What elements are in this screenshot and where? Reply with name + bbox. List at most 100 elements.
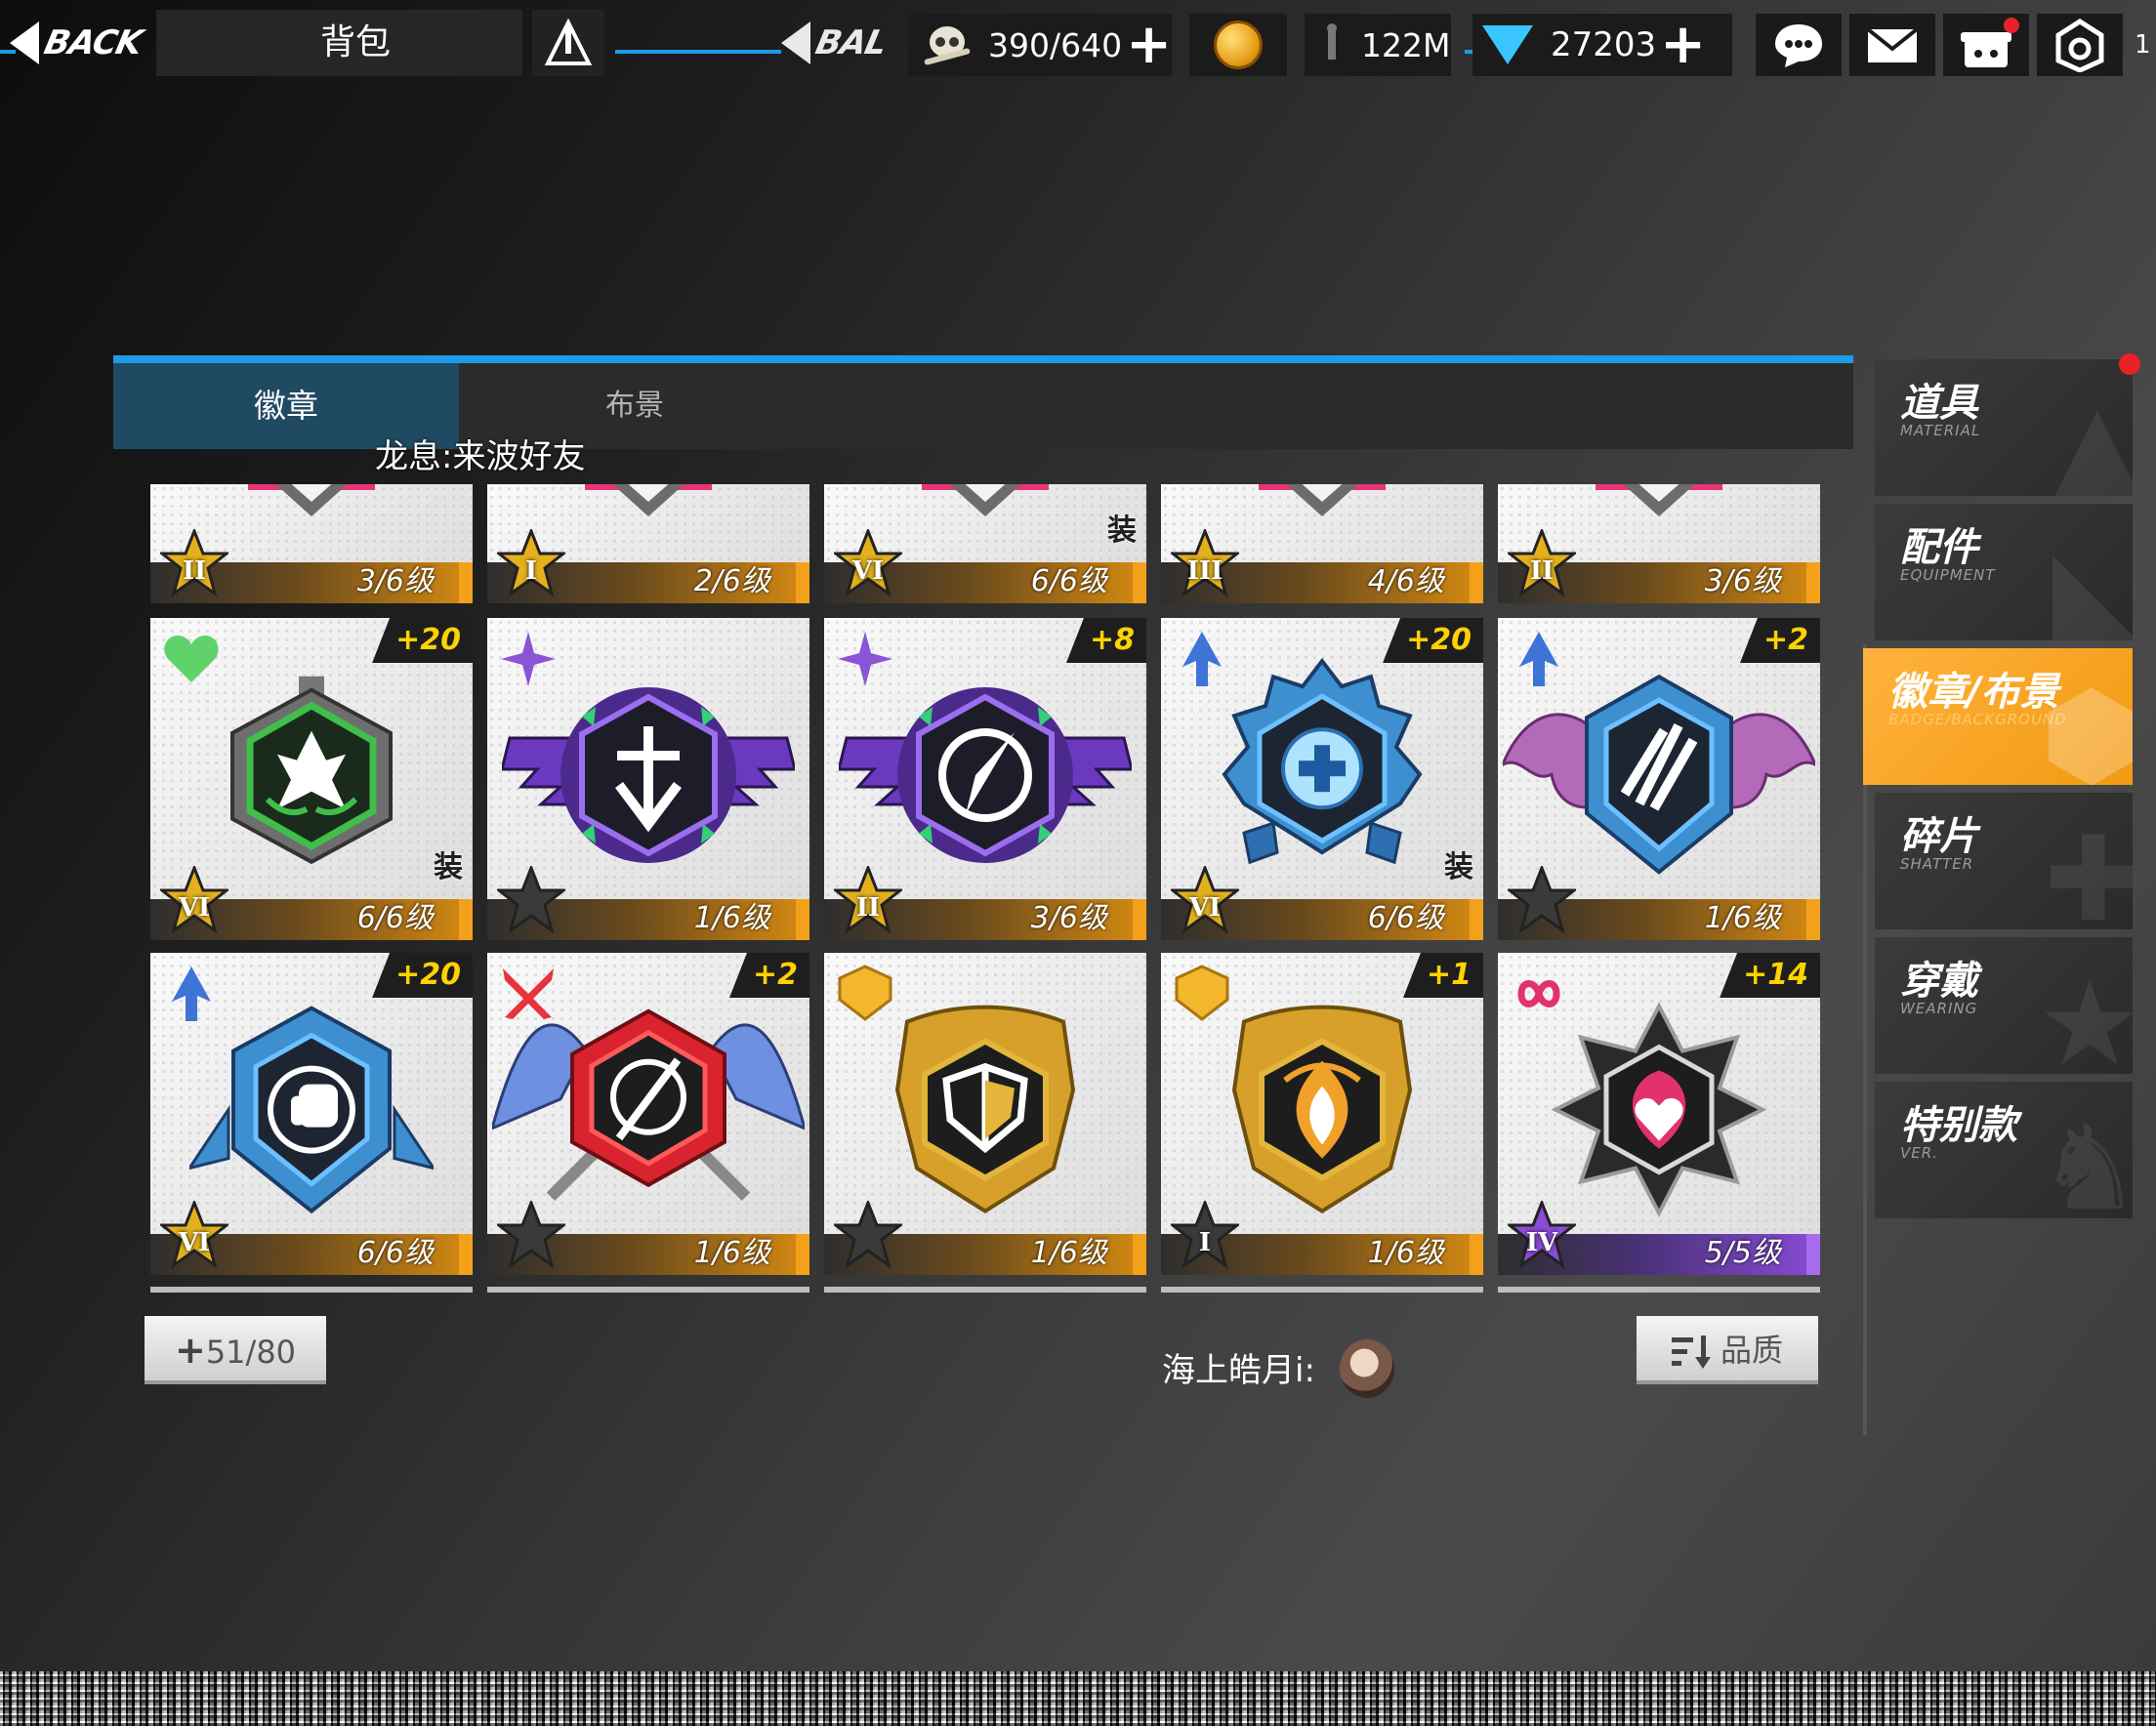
equipped-tag: 装 — [1444, 850, 1473, 884]
next-row-edge — [824, 1287, 1146, 1293]
triangle-person-icon — [544, 19, 593, 65]
back-label: BACK — [40, 23, 145, 62]
settings-button[interactable] — [2037, 14, 2123, 76]
rank-star-icon — [1508, 866, 1576, 934]
puzzle-watermark-icon: ✚ — [2044, 812, 2133, 930]
chat-message: 龙息:来波好友 — [375, 437, 586, 476]
stamina-value: 390/640 — [987, 25, 1123, 64]
sidebar-item-label: 徽章/布景 — [1888, 670, 2059, 715]
heart-star-badge-emblem-icon — [1552, 1002, 1766, 1217]
badge-rank: IV — [1525, 1228, 1558, 1257]
plus-badge: +14 — [1720, 953, 1820, 998]
badge-card[interactable]: III 4/6级 — [1161, 484, 1483, 603]
badge-card[interactable]: +2 1/6级 — [487, 953, 809, 1275]
chat-button[interactable] — [1756, 14, 1842, 76]
plus-icon: + — [174, 1329, 206, 1372]
gold-shield-badge-emblem-icon — [894, 1005, 1076, 1213]
badge-level: 3/6级 — [1704, 564, 1781, 598]
badge-card[interactable]: II 3/6级 — [1498, 484, 1820, 603]
badge-rank: II — [855, 893, 881, 923]
add-stamina-icon[interactable]: + — [1126, 18, 1172, 72]
shoe-watermark-icon: ◣ — [2052, 523, 2133, 641]
badge-level: 4/6级 — [1367, 564, 1444, 598]
sidebar-item-label: 穿戴 — [1900, 959, 1978, 1004]
sidebar-item-special[interactable]: 特别款 VER. ♞ — [1875, 1082, 2133, 1218]
blue-cross-badge-emblem-icon — [1222, 657, 1423, 865]
plus-badge: +20 — [1383, 618, 1483, 663]
diamond-icon — [1482, 25, 1533, 64]
skull-bone-icon — [924, 26, 971, 65]
equipped-tag: 装 — [434, 850, 463, 884]
sidebar-item-sublabel: SHATTER — [1900, 855, 1974, 873]
sidebar-item-badge-background[interactable]: 徽章/布景 BADGE/BACKGROUND ⬢ — [1863, 648, 2133, 785]
runner-icon — [1327, 23, 1337, 60]
badge-card[interactable]: 1/6级 — [487, 618, 809, 940]
accent-line — [615, 50, 781, 54]
badge-card[interactable]: 1/6级 — [824, 953, 1146, 1275]
badge-card[interactable]: 装 VI 6/6级 — [824, 484, 1146, 603]
badge-level: 1/6级 — [1704, 901, 1781, 935]
badge-rank: II — [1529, 556, 1555, 586]
badge-card[interactable]: +20 装 VI 6/6级 — [1161, 618, 1483, 940]
next-row-edge — [150, 1287, 473, 1293]
badge-card[interactable]: +14 IV 5/5级 — [1498, 953, 1820, 1275]
badge-card[interactable]: +2 1/6级 — [1498, 618, 1820, 940]
rank-star-icon — [497, 866, 565, 934]
badge-card[interactable]: +20 VI 6/6级 — [150, 953, 473, 1275]
sidebar-item-wearing[interactable]: 穿戴 WEARING ★ — [1875, 937, 2133, 1074]
badge-level: 1/6级 — [693, 1236, 770, 1270]
equipped-tag: 装 — [1107, 514, 1137, 548]
mail-button[interactable] — [1849, 14, 1935, 76]
sidebar-item-shatter[interactable]: 碎片 SHATTER ✚ — [1875, 793, 2133, 929]
back-button[interactable]: BACK — [10, 14, 195, 72]
top-bar: 背包 BACK BAL 390/640 + 122M 27203 + 1 — [0, 0, 2156, 82]
badge-rank: II — [182, 556, 207, 586]
settings-icon — [2055, 19, 2104, 72]
avatar — [1340, 1339, 1394, 1398]
gold-coin-counter[interactable] — [1189, 14, 1287, 76]
stamina-counter[interactable]: 390/640 + — [908, 14, 1172, 76]
badge-level: 5/5级 — [1704, 1236, 1781, 1270]
badge-rank: VI — [178, 1228, 211, 1257]
badge-rank: III — [1186, 556, 1223, 586]
sidebar-item-sublabel: VER. — [1900, 1144, 1938, 1162]
edge-counter: 1 — [2135, 30, 2151, 60]
sort-quality-button[interactable]: 品质 — [1637, 1316, 1818, 1384]
next-row-edge — [1161, 1287, 1483, 1293]
sidebar-item-equipment[interactable]: 配件 EQUIPMENT ◣ — [1875, 504, 2133, 640]
badge-card[interactable]: I 2/6级 — [487, 484, 809, 603]
sidebar-item-label: 道具 — [1900, 381, 1978, 426]
back-arrow-icon — [781, 21, 810, 64]
render-noise-strip — [0, 1671, 2156, 1726]
bat-wing-badge-emblem-icon — [1503, 674, 1815, 875]
badge-level: 6/6级 — [1367, 901, 1444, 935]
rank-star-icon — [834, 1201, 902, 1269]
profile-button[interactable] — [532, 10, 604, 76]
next-row-edge — [487, 1287, 809, 1293]
badge-level: 1/6级 — [1030, 1236, 1107, 1270]
dragon-sword-badge-emblem-icon — [492, 1008, 805, 1202]
wolf-badge-emblem-icon — [230, 676, 393, 865]
star-watermark-icon: ★ — [2037, 957, 2133, 1075]
ghost-back-label: BAL — [811, 23, 891, 62]
diamond-value: 27203 — [1551, 25, 1657, 64]
badge-rank: VI — [1188, 893, 1222, 923]
badge-card[interactable]: +8 II 3/6级 — [824, 618, 1146, 940]
mail-icon — [1866, 27, 1919, 62]
sidebar-item-label: 碎片 — [1900, 814, 1978, 859]
gift-button[interactable] — [1943, 14, 2029, 76]
badge-card[interactable]: +20 装 VI 6/6级 — [150, 618, 473, 940]
add-diamond-icon[interactable]: + — [1660, 18, 1706, 72]
notification-dot — [2119, 353, 2140, 375]
sidebar-item-material[interactable]: 道具 MATERIAL ▲ — [1875, 359, 2133, 496]
chat-icon — [1775, 24, 1822, 67]
figure-watermark-icon: ♞ — [2037, 1101, 2133, 1219]
badge-level: 6/6级 — [1030, 564, 1107, 598]
badge-grid: II 3/6级 I 2/6级 装 VI 6/6级 III 4/6级 II 3/6… — [150, 484, 1820, 1300]
triangle-watermark-icon: ▲ — [2052, 379, 2133, 497]
expand-capacity-button[interactable]: +51/80 — [145, 1316, 326, 1384]
badge-card[interactable]: +1 I 1/6级 — [1161, 953, 1483, 1275]
badge-card[interactable]: II 3/6级 — [150, 484, 473, 603]
diamond-counter[interactable]: 27203 + — [1472, 14, 1732, 76]
purple-wing-badge-emblem-icon — [502, 687, 795, 863]
